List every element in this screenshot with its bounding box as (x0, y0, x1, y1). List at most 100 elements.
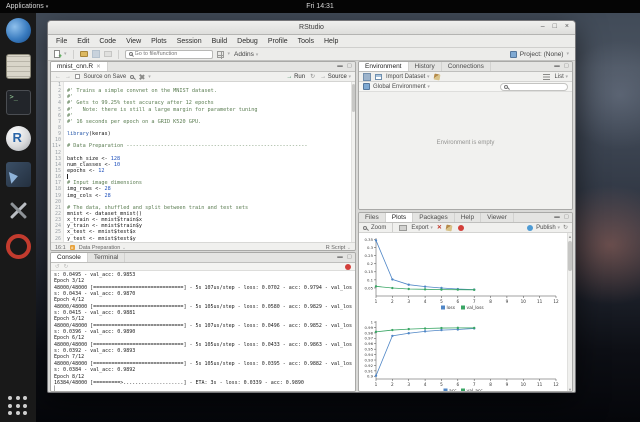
console-output[interactable]: s: 0.0495 - val_acc: 0.9853Epoch 3/12480… (51, 271, 355, 392)
menu-code[interactable]: Code (99, 38, 116, 45)
menu-session[interactable]: Session (177, 38, 202, 45)
minimize-pane-icon[interactable]: ▬ (554, 214, 560, 220)
maximize-pane-icon[interactable]: ▢ (564, 63, 569, 69)
system-tools-icon[interactable] (6, 198, 31, 223)
terminal-icon[interactable] (6, 90, 31, 115)
menu-build[interactable]: Build (212, 38, 228, 45)
clock[interactable]: Fri 14:31 (0, 3, 640, 10)
minimize-button[interactable]: – (541, 23, 545, 30)
tab-console[interactable]: Console (51, 253, 88, 262)
source-on-save-label: Source on Save (84, 74, 127, 80)
plots-scrollbar[interactable]: ▲ ▼ (567, 233, 572, 392)
source-button[interactable]: → Source ▾ (320, 74, 351, 80)
image-viewer-icon[interactable] (6, 162, 31, 187)
global-environment-selector[interactable]: Global Environment ▾ (373, 84, 430, 90)
refresh-icon[interactable]: ↻ (563, 224, 568, 231)
scroll-thumb[interactable] (568, 241, 572, 271)
find-icon[interactable] (130, 75, 134, 79)
import-dataset-icon[interactable] (375, 74, 382, 80)
console-forward-icon[interactable]: ↻ (64, 264, 69, 270)
remove-plot-icon[interactable]: ✕ (437, 224, 442, 231)
svg-text:3: 3 (407, 299, 410, 304)
minimize-pane-icon[interactable]: ▬ (554, 63, 560, 69)
pane-layout-icon[interactable] (217, 51, 224, 58)
stop-icon[interactable] (345, 264, 351, 270)
maximize-pane-icon[interactable]: ▢ (347, 63, 352, 69)
software-center-icon[interactable] (6, 234, 31, 259)
project-menu[interactable]: Project: (None) ▾ (510, 51, 569, 58)
tab-help[interactable]: Help (455, 213, 481, 222)
text-editor-icon[interactable] (6, 54, 31, 79)
menu-file[interactable]: File (56, 38, 67, 45)
maximize-button[interactable]: □ (553, 23, 557, 30)
tab-terminal[interactable]: Terminal (88, 253, 126, 262)
chevron-down-icon[interactable]: ▾ (148, 74, 151, 80)
menu-debug[interactable]: Debug (237, 38, 258, 45)
source-on-save-checkbox[interactable] (75, 74, 80, 79)
minimize-pane-icon[interactable]: ▬ (337, 63, 343, 69)
open-file-icon[interactable] (80, 51, 88, 57)
menu-profile[interactable]: Profile (268, 38, 288, 45)
import-dataset-button[interactable]: Import Dataset ▾ (386, 74, 430, 80)
menu-view[interactable]: View (126, 38, 141, 45)
minimize-pane-icon[interactable]: ▬ (337, 254, 343, 260)
svg-text:0.9: 0.9 (367, 374, 374, 379)
addins-menu[interactable]: Addins ▾ (234, 51, 258, 58)
clear-plots-icon[interactable] (445, 224, 452, 231)
scroll-up-icon[interactable]: ▲ (568, 234, 572, 239)
clear-workspace-icon[interactable] (433, 73, 440, 80)
save-icon[interactable] (92, 50, 100, 58)
section-menu[interactable]: Data Preparation ⌄ (79, 245, 126, 251)
save-workspace-icon[interactable] (363, 73, 371, 81)
export-button[interactable]: Export ▾ (411, 225, 433, 231)
tab-packages[interactable]: Packages (413, 213, 455, 222)
source-arrow-icon: → (320, 74, 326, 80)
zoom-plot-button[interactable]: Zoom (371, 225, 386, 231)
project-icon (510, 51, 517, 58)
maximize-pane-icon[interactable]: ▢ (564, 214, 569, 220)
browser-icon[interactable] (6, 18, 31, 43)
maximize-pane-icon[interactable]: ▢ (347, 254, 352, 260)
publish-button[interactable]: Publish ▾ (536, 225, 560, 231)
svg-text:9: 9 (506, 299, 509, 304)
rerun-icon[interactable]: ↻ (310, 73, 315, 80)
forward-icon[interactable]: → (65, 74, 71, 80)
tab-history[interactable]: History (409, 62, 442, 71)
chevron-down-icon[interactable]: ▾ (64, 51, 67, 57)
show-applications-icon[interactable] (8, 396, 28, 416)
menu-plots[interactable]: Plots (151, 38, 167, 45)
back-icon[interactable]: ← (55, 74, 61, 80)
list-view-button[interactable]: List ▾ (554, 74, 568, 80)
tab-mnist-cnn[interactable]: mnist_cnn.R ✕ (51, 62, 108, 71)
close-tab-icon[interactable]: ✕ (96, 64, 101, 70)
editor-scrollbar[interactable] (351, 82, 355, 242)
section-icon: # (70, 245, 75, 250)
tab-files[interactable]: Files (359, 213, 386, 222)
chevron-down-icon: ▾ (427, 74, 430, 80)
chevron-down-icon[interactable]: ▾ (228, 51, 231, 57)
tab-plots[interactable]: Plots (386, 213, 413, 222)
svg-text:6: 6 (456, 382, 459, 387)
new-file-icon[interactable] (54, 50, 60, 58)
print-icon[interactable] (104, 51, 112, 57)
svg-text:0.35: 0.35 (365, 237, 374, 242)
busy-icon (458, 225, 464, 231)
tab-environment[interactable]: Environment (359, 62, 409, 71)
window-titlebar[interactable]: RStudio – □ × (48, 21, 575, 35)
scroll-down-icon[interactable]: ▼ (568, 387, 572, 392)
menu-help[interactable]: Help (324, 38, 338, 45)
goto-file-search[interactable] (125, 50, 213, 59)
menu-edit[interactable]: Edit (77, 38, 89, 45)
menu-tools[interactable]: Tools (298, 38, 314, 45)
console-back-icon[interactable]: ↺ (55, 264, 60, 270)
rstudio-icon[interactable] (6, 126, 31, 151)
code-tools-icon[interactable] (138, 74, 144, 80)
goto-file-input[interactable] (135, 51, 205, 57)
run-button[interactable]: → Run (286, 74, 305, 80)
close-button[interactable]: × (565, 23, 569, 30)
environment-search[interactable] (500, 83, 568, 91)
code-editor[interactable]: 12#' Trains a simple convnet on the MNIS… (51, 82, 355, 242)
tab-viewer[interactable]: Viewer (481, 213, 514, 222)
filetype-menu[interactable]: R Script ⌄ (326, 245, 351, 251)
tab-connections[interactable]: Connections (442, 62, 491, 71)
